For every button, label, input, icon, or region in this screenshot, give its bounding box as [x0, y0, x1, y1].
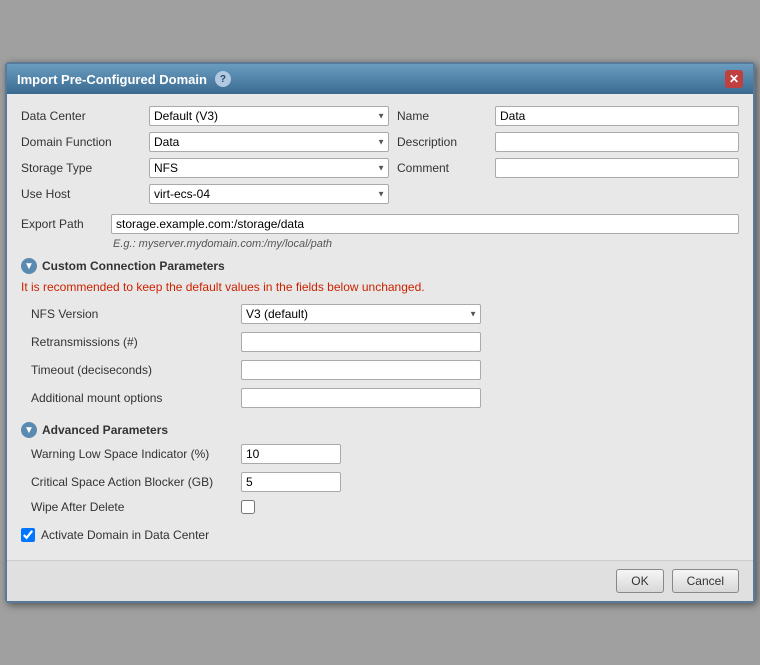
- cancel-button[interactable]: Cancel: [672, 569, 739, 593]
- export-section: Export Path E.g.: myserver.mydomain.com:…: [21, 214, 739, 250]
- data-center-select[interactable]: Default (V3): [149, 106, 389, 126]
- activate-label: Activate Domain in Data Center: [41, 528, 209, 542]
- wipe-checkbox[interactable]: [241, 500, 255, 514]
- retransmissions-input[interactable]: [241, 332, 481, 352]
- domain-function-select-wrap: Data ▼: [149, 132, 389, 152]
- export-example: E.g.: myserver.mydomain.com:/my/local/pa…: [113, 238, 739, 250]
- nfs-version-select-wrap: V3 (default) V4 V4.1 ▼: [241, 304, 481, 324]
- activate-checkbox[interactable]: [21, 528, 35, 542]
- ok-button[interactable]: OK: [616, 569, 663, 593]
- dialog-footer: OK Cancel: [7, 560, 753, 601]
- use-host-select-wrap: virt-ecs-04 ▼: [149, 184, 389, 204]
- custom-connection-warning: It is recommended to keep the default va…: [21, 280, 739, 294]
- help-icon[interactable]: ?: [215, 71, 231, 87]
- activate-row: Activate Domain in Data Center: [21, 528, 739, 542]
- name-input[interactable]: [495, 106, 739, 126]
- nfs-version-label: NFS Version: [31, 307, 231, 321]
- mount-options-label: Additional mount options: [31, 391, 231, 405]
- custom-connection-header: ▼ Custom Connection Parameters: [21, 258, 739, 274]
- custom-connection-toggle[interactable]: ▼: [21, 258, 37, 274]
- nfs-version-select[interactable]: V3 (default) V4 V4.1: [241, 304, 481, 324]
- advanced-params: Warning Low Space Indicator (%) Critical…: [31, 444, 739, 514]
- timeout-input[interactable]: [241, 360, 481, 380]
- custom-connection-params: NFS Version V3 (default) V4 V4.1 ▼ Retra…: [31, 304, 739, 408]
- storage-type-select-wrap: NFS ▼: [149, 158, 389, 178]
- custom-connection-title: Custom Connection Parameters: [42, 259, 225, 273]
- export-path-label: Export Path: [21, 217, 101, 231]
- data-center-select-wrap: Default (V3) ▼: [149, 106, 389, 126]
- use-host-select[interactable]: virt-ecs-04: [149, 184, 389, 204]
- data-center-label: Data Center: [21, 109, 141, 123]
- critical-space-input[interactable]: [241, 472, 341, 492]
- description-label: Description: [397, 135, 487, 149]
- advanced-title: Advanced Parameters: [42, 423, 168, 437]
- export-row: Export Path: [21, 214, 739, 234]
- use-host-label: Use Host: [21, 187, 141, 201]
- comment-label: Comment: [397, 161, 487, 175]
- dialog-title: Import Pre-Configured Domain: [17, 72, 207, 87]
- domain-function-select[interactable]: Data: [149, 132, 389, 152]
- dialog: Import Pre-Configured Domain ? ✕ Data Ce…: [5, 62, 755, 603]
- comment-input[interactable]: [495, 158, 739, 178]
- titlebar: Import Pre-Configured Domain ? ✕: [7, 64, 753, 94]
- storage-type-label: Storage Type: [21, 161, 141, 175]
- top-form: Data Center Default (V3) ▼ Name Domain F…: [21, 106, 739, 204]
- warning-space-label: Warning Low Space Indicator (%): [31, 447, 231, 461]
- critical-space-label: Critical Space Action Blocker (GB): [31, 475, 231, 489]
- wipe-label: Wipe After Delete: [31, 500, 231, 514]
- dialog-body: Data Center Default (V3) ▼ Name Domain F…: [7, 94, 753, 560]
- name-label: Name: [397, 109, 487, 123]
- storage-type-select[interactable]: NFS: [149, 158, 389, 178]
- domain-function-label: Domain Function: [21, 135, 141, 149]
- advanced-header: ▼ Advanced Parameters: [21, 422, 739, 438]
- advanced-toggle[interactable]: ▼: [21, 422, 37, 438]
- titlebar-left: Import Pre-Configured Domain ?: [17, 71, 231, 87]
- description-input[interactable]: [495, 132, 739, 152]
- warning-space-input[interactable]: [241, 444, 341, 464]
- export-path-input[interactable]: [111, 214, 739, 234]
- close-button[interactable]: ✕: [725, 70, 743, 88]
- mount-options-input[interactable]: [241, 388, 481, 408]
- retransmissions-label: Retransmissions (#): [31, 335, 231, 349]
- timeout-label: Timeout (deciseconds): [31, 363, 231, 377]
